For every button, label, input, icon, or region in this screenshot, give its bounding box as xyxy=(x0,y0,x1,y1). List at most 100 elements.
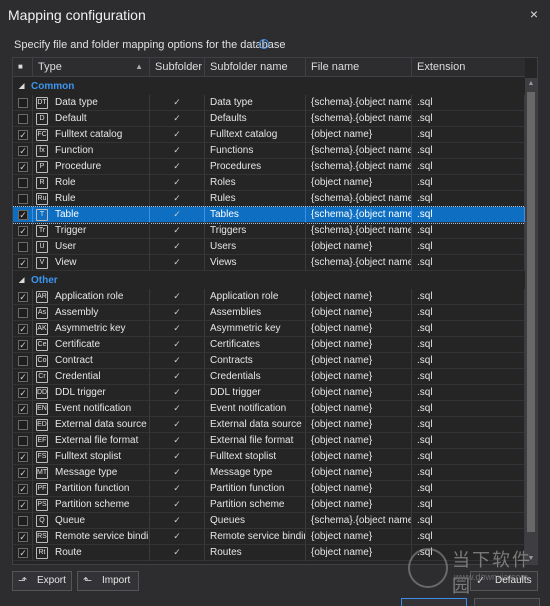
subfolder-name-column-header[interactable]: Subfolder name xyxy=(205,58,306,77)
vertical-scrollbar[interactable]: ▲ ▼ xyxy=(525,78,537,564)
row-checkbox[interactable]: ✓ xyxy=(18,258,28,268)
subfolder-checkbox[interactable]: ✓ xyxy=(172,324,182,334)
table-row[interactable]: ✓ EN Event notification ✓ Event notificat… xyxy=(13,401,525,417)
row-checkbox[interactable] xyxy=(18,178,28,188)
table-row[interactable]: ✓ PS Partition scheme ✓ Partition scheme … xyxy=(13,497,525,513)
collapse-triangle-icon[interactable]: ◢ xyxy=(19,272,24,289)
table-row[interactable]: ✓ FC Fulltext catalog ✓ Fulltext catalog … xyxy=(13,127,525,143)
subfolder-checkbox[interactable]: ✓ xyxy=(172,114,182,124)
file-name-column-header[interactable]: File name xyxy=(306,58,412,77)
table-row-selected[interactable]: ✓ T Table ✓ Tables {schema}.{object name}… xyxy=(13,206,526,224)
table-row[interactable]: ✓ RS Remote service binding ✓ Remote serv… xyxy=(13,529,525,545)
table-row[interactable]: ✓ V View ✓ Views {schema}.{object name} .… xyxy=(13,255,525,271)
row-checkbox[interactable]: ✓ xyxy=(18,162,28,172)
table-row[interactable]: ✓ AR Application role ✓ Application role … xyxy=(13,289,525,305)
subfolder-checkbox[interactable]: ✓ xyxy=(172,178,182,188)
row-checkbox[interactable]: ✓ xyxy=(18,130,28,140)
subfolder-checkbox[interactable]: ✓ xyxy=(172,146,182,156)
table-row[interactable]: EF External file format ✓ External file f… xyxy=(13,433,525,449)
subfolder-checkbox[interactable]: ✓ xyxy=(172,226,182,236)
row-checkbox[interactable] xyxy=(18,242,28,252)
group-common[interactable]: ◢ Common xyxy=(13,78,525,95)
subfolder-checkbox[interactable]: ✓ xyxy=(172,436,182,446)
cancel-button-partial[interactable] xyxy=(474,598,540,606)
row-checkbox[interactable] xyxy=(18,308,28,318)
subfolder-column-header[interactable]: Subfolder xyxy=(150,58,205,77)
row-checkbox[interactable]: ✓ xyxy=(18,146,28,156)
subfolder-checkbox[interactable]: ✓ xyxy=(172,516,182,526)
import-button[interactable]: ⬑ Import xyxy=(77,571,139,591)
row-checkbox[interactable]: ✓ xyxy=(18,388,28,398)
row-checkbox[interactable]: ✓ xyxy=(18,292,28,302)
table-row[interactable]: ✓ FS Fulltext stoplist ✓ Fulltext stoplis… xyxy=(13,449,525,465)
subfolder-checkbox[interactable]: ✓ xyxy=(172,388,182,398)
subfolder-checkbox[interactable]: ✓ xyxy=(172,404,182,414)
row-checkbox[interactable]: ✓ xyxy=(18,324,28,334)
table-row[interactable]: DT Data type ✓ Data type {schema}.{object… xyxy=(13,95,525,111)
row-checkbox[interactable]: ✓ xyxy=(18,340,28,350)
subfolder-checkbox[interactable]: ✓ xyxy=(172,308,182,318)
close-icon[interactable]: × xyxy=(530,6,538,22)
subfolder-checkbox[interactable]: ✓ xyxy=(172,194,182,204)
table-row[interactable]: ✓ Ce Certificate ✓ Certificates {object n… xyxy=(13,337,525,353)
table-row[interactable]: Co Contract ✓ Contracts {object name} .sq… xyxy=(13,353,525,369)
row-checkbox[interactable]: ✓ xyxy=(18,226,28,236)
subfolder-checkbox[interactable]: ✓ xyxy=(172,162,182,172)
subfolder-checkbox[interactable]: ✓ xyxy=(172,242,182,252)
subfolder-checkbox[interactable]: ✓ xyxy=(172,340,182,350)
table-row[interactable]: ✓ AK Asymmetric key ✓ Asymmetric key {obj… xyxy=(13,321,525,337)
row-checkbox[interactable]: ✓ xyxy=(18,468,28,478)
table-row[interactable]: R Role ✓ Roles {object name} .sql xyxy=(13,175,525,191)
table-row[interactable]: ✓ Rt Route ✓ Routes {object name} .sql xyxy=(13,545,525,561)
row-checkbox[interactable]: ✓ xyxy=(18,548,28,558)
ok-button-partial[interactable] xyxy=(401,598,467,606)
subfolder-checkbox[interactable]: ✓ xyxy=(172,548,182,558)
subfolder-checkbox[interactable]: ✓ xyxy=(172,532,182,542)
table-row[interactable]: ✓ Cr Credential ✓ Credentials {object nam… xyxy=(13,369,525,385)
table-row[interactable]: Ru Rule ✓ Rules {schema}.{object name} .s… xyxy=(13,191,525,207)
row-checkbox[interactable]: ✓ xyxy=(18,500,28,510)
row-checkbox[interactable] xyxy=(18,436,28,446)
subfolder-checkbox[interactable]: ✓ xyxy=(172,420,182,430)
row-checkbox[interactable]: ✓ xyxy=(18,484,28,494)
row-checkbox[interactable]: ✓ xyxy=(18,532,28,542)
table-row[interactable]: D Default ✓ Defaults {schema}.{object nam… xyxy=(13,111,525,127)
table-row[interactable]: ED External data source ✓ External data s… xyxy=(13,417,525,433)
row-checkbox[interactable] xyxy=(18,114,28,124)
row-checkbox[interactable]: ✓ xyxy=(18,210,28,220)
subfolder-checkbox[interactable]: ✓ xyxy=(172,356,182,366)
subfolder-checkbox[interactable]: ✓ xyxy=(172,292,182,302)
subfolder-checkbox[interactable]: ✓ xyxy=(172,468,182,478)
subfolder-checkbox[interactable]: ✓ xyxy=(172,98,182,108)
row-checkbox[interactable]: ✓ xyxy=(18,372,28,382)
subfolder-checkbox[interactable]: ✓ xyxy=(172,484,182,494)
table-row[interactable]: U User ✓ Users {object name} .sql xyxy=(13,239,525,255)
subfolder-checkbox[interactable]: ✓ xyxy=(172,210,182,220)
row-checkbox[interactable] xyxy=(18,98,28,108)
scrollbar-thumb[interactable] xyxy=(527,92,535,532)
subfolder-checkbox[interactable]: ✓ xyxy=(172,258,182,268)
row-checkbox[interactable] xyxy=(18,516,28,526)
type-column-header[interactable]: Type ▲ xyxy=(33,58,150,77)
scroll-up-icon[interactable]: ▲ xyxy=(527,80,535,87)
row-checkbox[interactable] xyxy=(18,356,28,366)
table-row[interactable]: ✓ P Procedure ✓ Procedures {schema}.{obje… xyxy=(13,159,525,175)
group-other[interactable]: ◢ Other xyxy=(13,272,525,289)
row-checkbox[interactable] xyxy=(18,194,28,204)
collapse-triangle-icon[interactable]: ◢ xyxy=(19,78,24,95)
info-icon[interactable]: i xyxy=(259,39,269,49)
table-row[interactable]: Q Queue ✓ Queues {schema}.{object name} .… xyxy=(13,513,525,529)
row-checkbox[interactable]: ✓ xyxy=(18,404,28,414)
table-row[interactable]: ✓ MT Message type ✓ Message type {object … xyxy=(13,465,525,481)
subfolder-checkbox[interactable]: ✓ xyxy=(172,130,182,140)
subfolder-checkbox[interactable]: ✓ xyxy=(172,500,182,510)
subfolder-checkbox[interactable]: ✓ xyxy=(172,452,182,462)
select-all-header[interactable]: ■ xyxy=(13,58,33,77)
subfolder-checkbox[interactable]: ✓ xyxy=(172,372,182,382)
export-button[interactable]: ⬏ Export xyxy=(12,571,72,591)
table-row[interactable]: ✓ PF Partition function ✓ Partition funct… xyxy=(13,481,525,497)
row-checkbox[interactable]: ✓ xyxy=(18,452,28,462)
defaults-button[interactable]: ✓ Defaults xyxy=(470,571,538,591)
table-row[interactable]: ✓ DD DDL trigger ✓ DDL trigger {object na… xyxy=(13,385,525,401)
table-row[interactable]: As Assembly ✓ Assemblies {object name} .s… xyxy=(13,305,525,321)
